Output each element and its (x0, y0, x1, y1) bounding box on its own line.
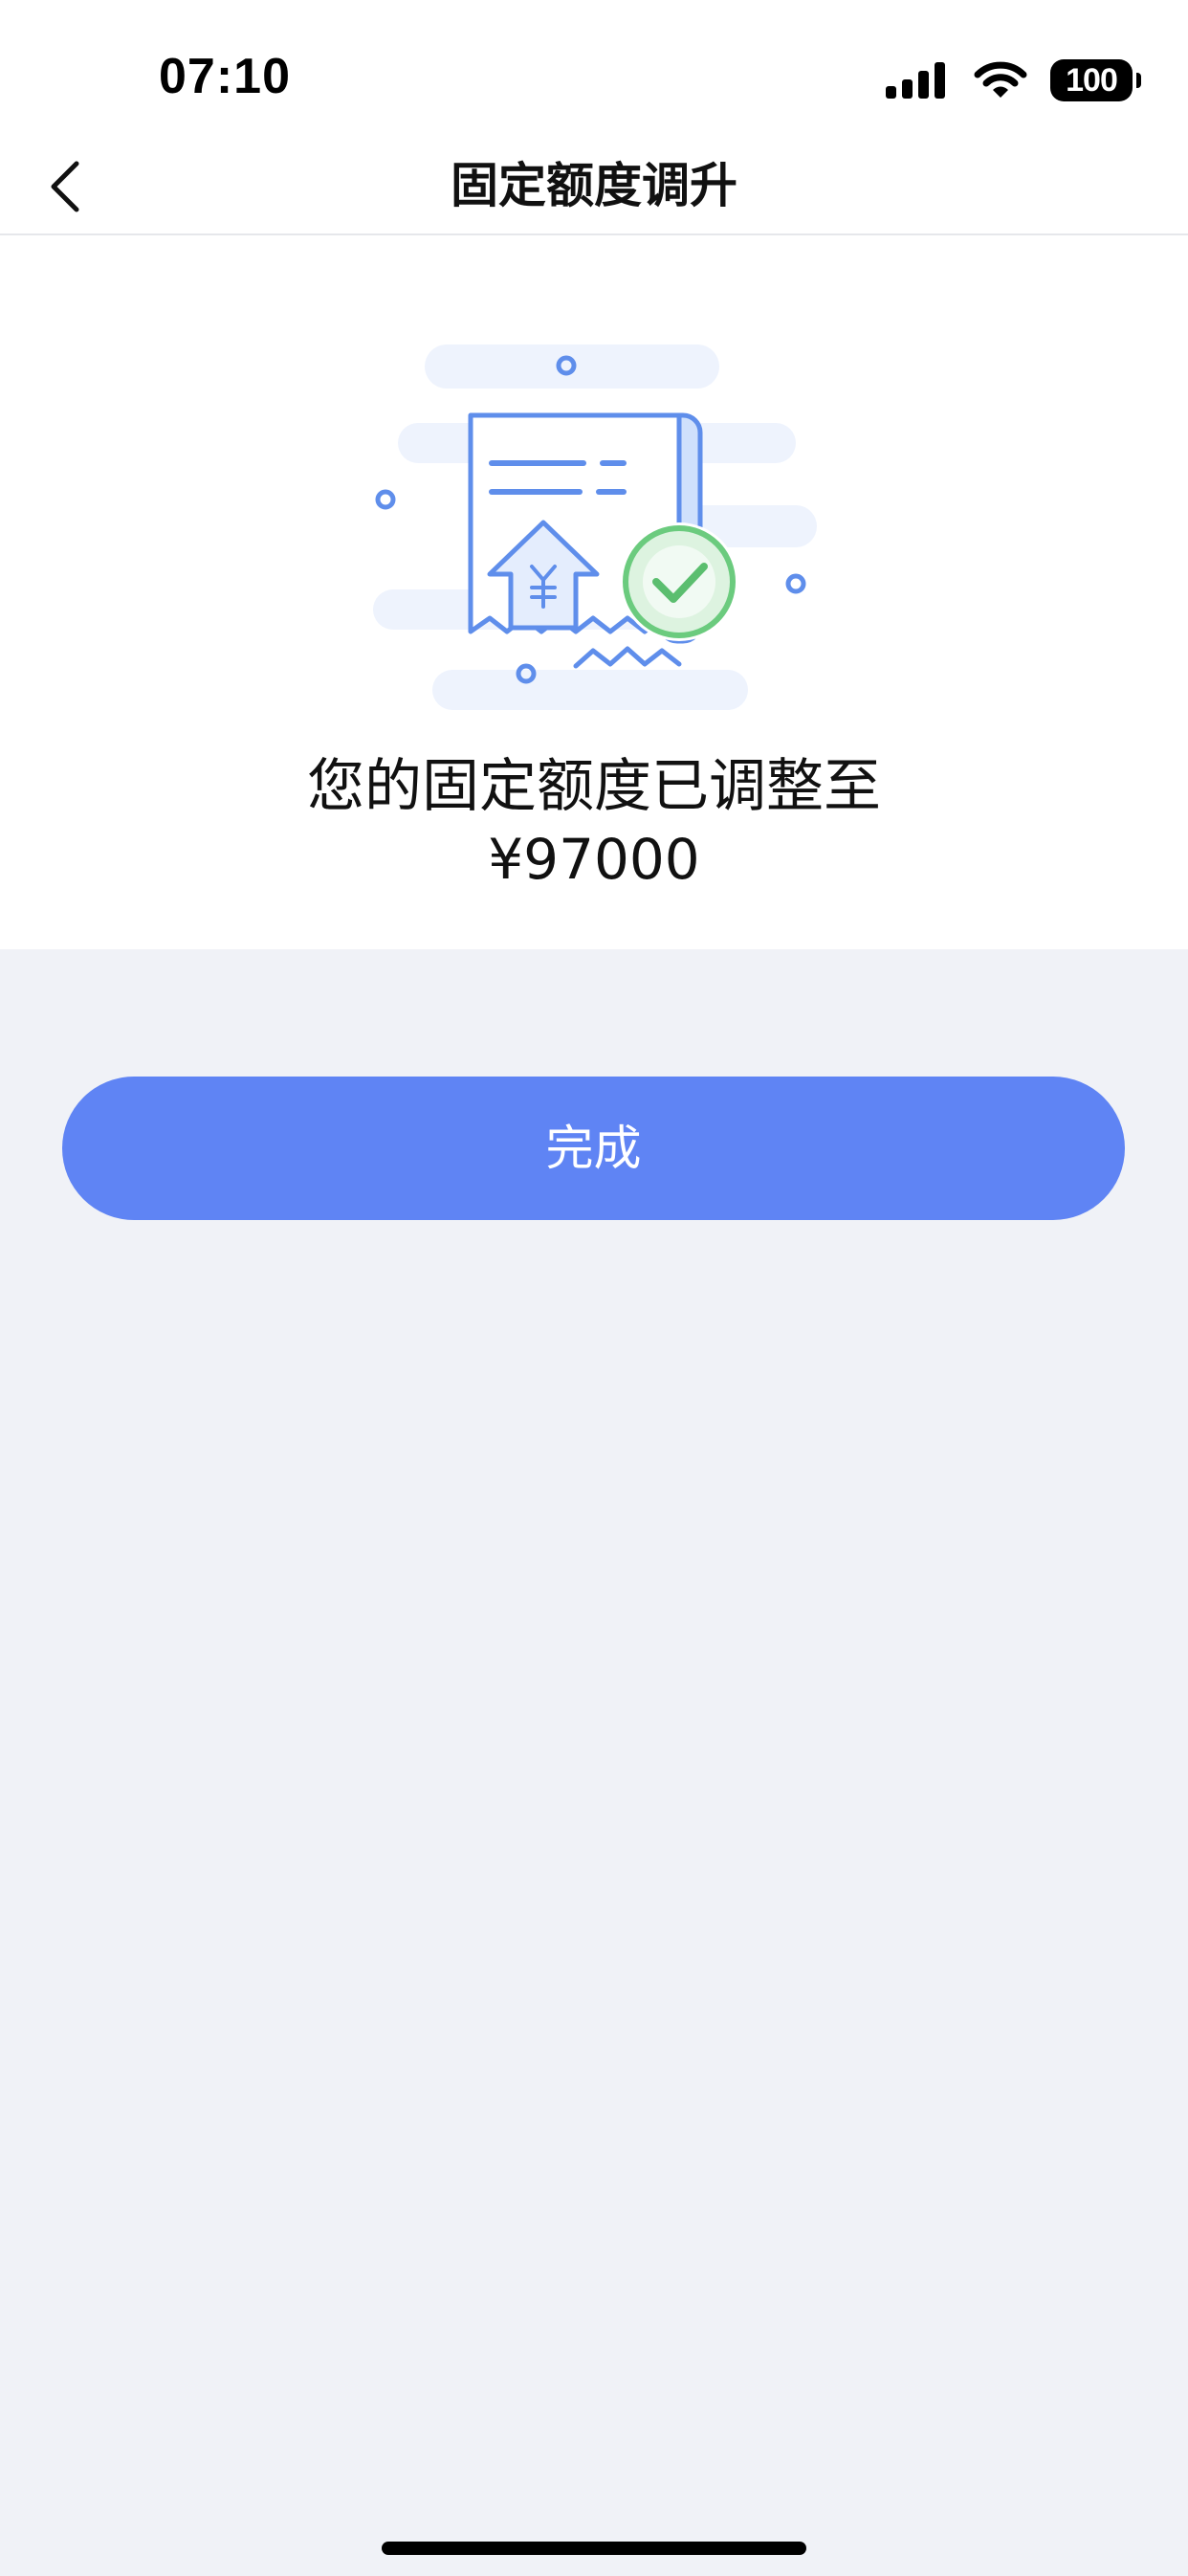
receipt-success-icon (373, 344, 817, 710)
battery-icon: 100 (1050, 59, 1141, 101)
signal-icon (886, 62, 945, 99)
result-card: 您的固定额度已调整至 ¥97000 (0, 235, 1188, 949)
page-title: 固定额度调升 (451, 158, 737, 213)
chevron-left-icon (51, 161, 79, 212)
status-time: 07:10 (159, 49, 291, 104)
back-button[interactable] (48, 146, 124, 227)
status-bar: 07:10 100 (0, 0, 1188, 139)
result-amount: ¥97000 (488, 827, 700, 892)
status-icons: 100 (886, 56, 1141, 105)
wifi-icon (974, 61, 1027, 98)
nav-bar: 固定额度调升 (0, 139, 1188, 235)
result-message: 您的固定额度已调整至 (307, 753, 881, 820)
done-button[interactable]: 完成 (62, 1077, 1125, 1220)
battery-level: 100 (1066, 61, 1118, 99)
home-indicator[interactable] (382, 2542, 806, 2555)
